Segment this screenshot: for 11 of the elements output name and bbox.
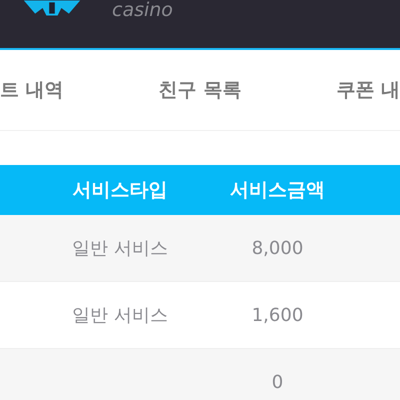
table-cell: 8,000 [252,238,304,258]
tab[interactable]: 쿠폰 내 [336,77,400,103]
column-header: 서비스타입 [72,178,168,203]
column-header: 서비스금액 [229,178,326,203]
table-cell: 일반 서비스 [72,238,168,259]
table-cell: 0 [272,372,284,392]
tab[interactable]: 트 내역 [0,77,64,103]
tab[interactable]: 친구 목록 [158,77,242,103]
table-cell: 1,600 [252,304,304,326]
table-cell: 일반 서비스 [72,305,168,326]
logo-text: casino [112,0,173,20]
